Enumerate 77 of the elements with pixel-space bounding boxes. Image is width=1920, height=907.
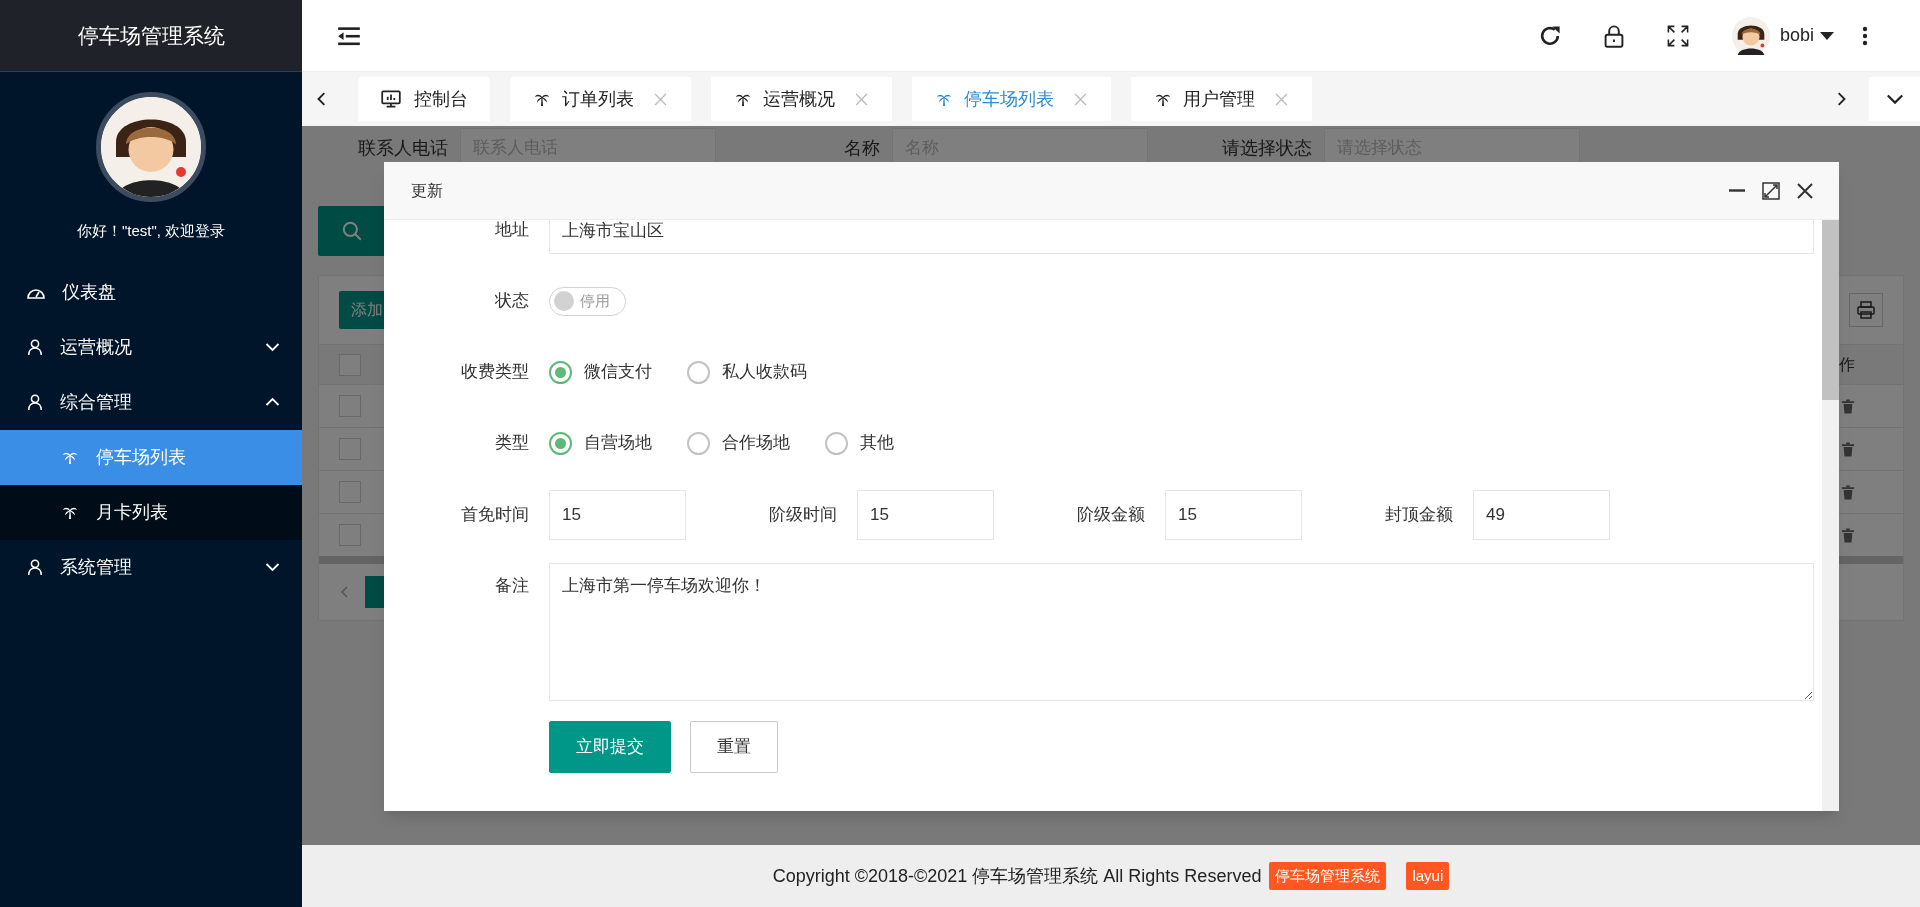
field-label: 首免时间 (460, 504, 529, 527)
close-icon[interactable] (855, 92, 868, 106)
field-label: 请选择状态 (1221, 136, 1313, 160)
trash-icon[interactable] (1841, 484, 1855, 500)
chevron-down-icon (1885, 93, 1904, 105)
chevron-left-icon[interactable] (339, 584, 351, 600)
radio-option[interactable]: 合作场地 (687, 430, 790, 456)
search-icon (341, 220, 363, 242)
submenu-item[interactable]: 月卡列表 (0, 484, 302, 540)
tab[interactable]: 停车场列表 (912, 77, 1111, 121)
field-label: 类型 (494, 432, 529, 455)
chevron-down-icon (265, 342, 280, 352)
input-field[interactable]: 上海市宝山区 (549, 220, 1814, 254)
print-icon (1856, 300, 1876, 320)
column-header: 作 (1839, 355, 1855, 373)
dialog-title: 更新 (411, 180, 444, 201)
scrollbar[interactable] (1822, 220, 1839, 811)
badge: layui (1406, 861, 1450, 891)
caret-icon (1820, 31, 1834, 40)
menu-icon (336, 24, 362, 47)
radio-option[interactable]: 微信支付 (549, 359, 652, 385)
tab[interactable]: 运营概况 (711, 77, 892, 121)
chevron-down-icon (265, 562, 280, 572)
trash-icon[interactable] (1841, 527, 1855, 543)
radio-option[interactable]: 其他 (825, 430, 894, 456)
trash-icon[interactable] (1841, 398, 1855, 414)
radio-option[interactable]: 自营场地 (549, 430, 652, 456)
tab-menu-button[interactable] (1869, 77, 1920, 121)
tab[interactable]: 订单列表 (510, 77, 691, 121)
field-label: 阶级金额 (1076, 504, 1145, 527)
field-label: 名称 (843, 136, 881, 160)
monitor-icon (380, 88, 402, 110)
field-label: 联系人电话 (357, 136, 449, 160)
field-label: 收费类型 (460, 361, 529, 384)
input-field[interactable]: 49 (1473, 490, 1610, 540)
menu-item[interactable]: 运营概况 (0, 319, 302, 375)
tab[interactable]: 控制台 (358, 77, 490, 121)
field-label: 备注 (494, 575, 529, 597)
menu-item[interactable]: 综合管理 (0, 374, 302, 430)
close-icon[interactable] (1275, 92, 1288, 106)
text-area[interactable]: 上海市第一停车场欢迎你！ (549, 563, 1814, 701)
trash-icon[interactable] (1841, 441, 1855, 457)
submit-button[interactable]: 立即提交 (549, 721, 671, 773)
menu-item[interactable]: 系统管理 (0, 539, 302, 595)
close-button[interactable] (1795, 180, 1815, 201)
menu-item[interactable]: 仪表盘 (0, 264, 302, 320)
user-icon (26, 393, 44, 411)
close-icon (1795, 180, 1815, 201)
tab[interactable]: 用户管理 (1131, 77, 1312, 121)
more-button[interactable] (1862, 24, 1870, 47)
user-menu-button[interactable]: bobi (1779, 22, 1834, 49)
fullscreen-icon (1665, 23, 1690, 48)
close-icon[interactable] (1074, 92, 1087, 106)
copyright-text: Copyright ©2018-©2021 停车场管理系统 All Rights Reserved (772, 864, 1262, 888)
input-field[interactable]: 15 (1165, 490, 1302, 540)
radio-option[interactable]: 私人收款码 (687, 359, 807, 385)
input-field[interactable]: 15 (549, 490, 686, 540)
input-field[interactable]: 15 (857, 490, 994, 540)
app-title: 停车场管理系统 (77, 22, 225, 49)
print-button[interactable] (1849, 293, 1883, 327)
search-button[interactable] (318, 206, 386, 256)
field-label: 地址 (494, 220, 529, 242)
field-label: 状态 (494, 290, 529, 313)
maximize-icon (1761, 180, 1781, 201)
badge: 停车场管理系统 (1269, 861, 1387, 891)
chevron-up-icon (265, 397, 280, 407)
user-icon (26, 558, 44, 576)
maximize-button[interactable] (1761, 180, 1781, 201)
user-avatar (1731, 16, 1770, 55)
greeting-text: 你好！"test", 欢迎登录 (75, 221, 227, 241)
close-icon[interactable] (654, 92, 667, 106)
more-icon (1862, 25, 1868, 46)
field-label: 阶级时间 (768, 504, 837, 527)
minimize-icon (1729, 189, 1745, 192)
user-icon (26, 338, 44, 356)
field-label: 封顶金额 (1384, 504, 1453, 527)
reset-button[interactable]: 重置 (690, 721, 778, 773)
